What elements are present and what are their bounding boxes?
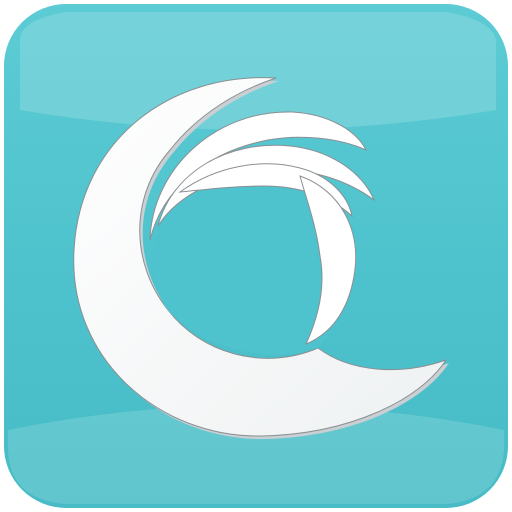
top-gloss <box>20 12 496 130</box>
app-icon-stage <box>0 0 512 512</box>
wave-app-icon[interactable] <box>0 0 512 512</box>
